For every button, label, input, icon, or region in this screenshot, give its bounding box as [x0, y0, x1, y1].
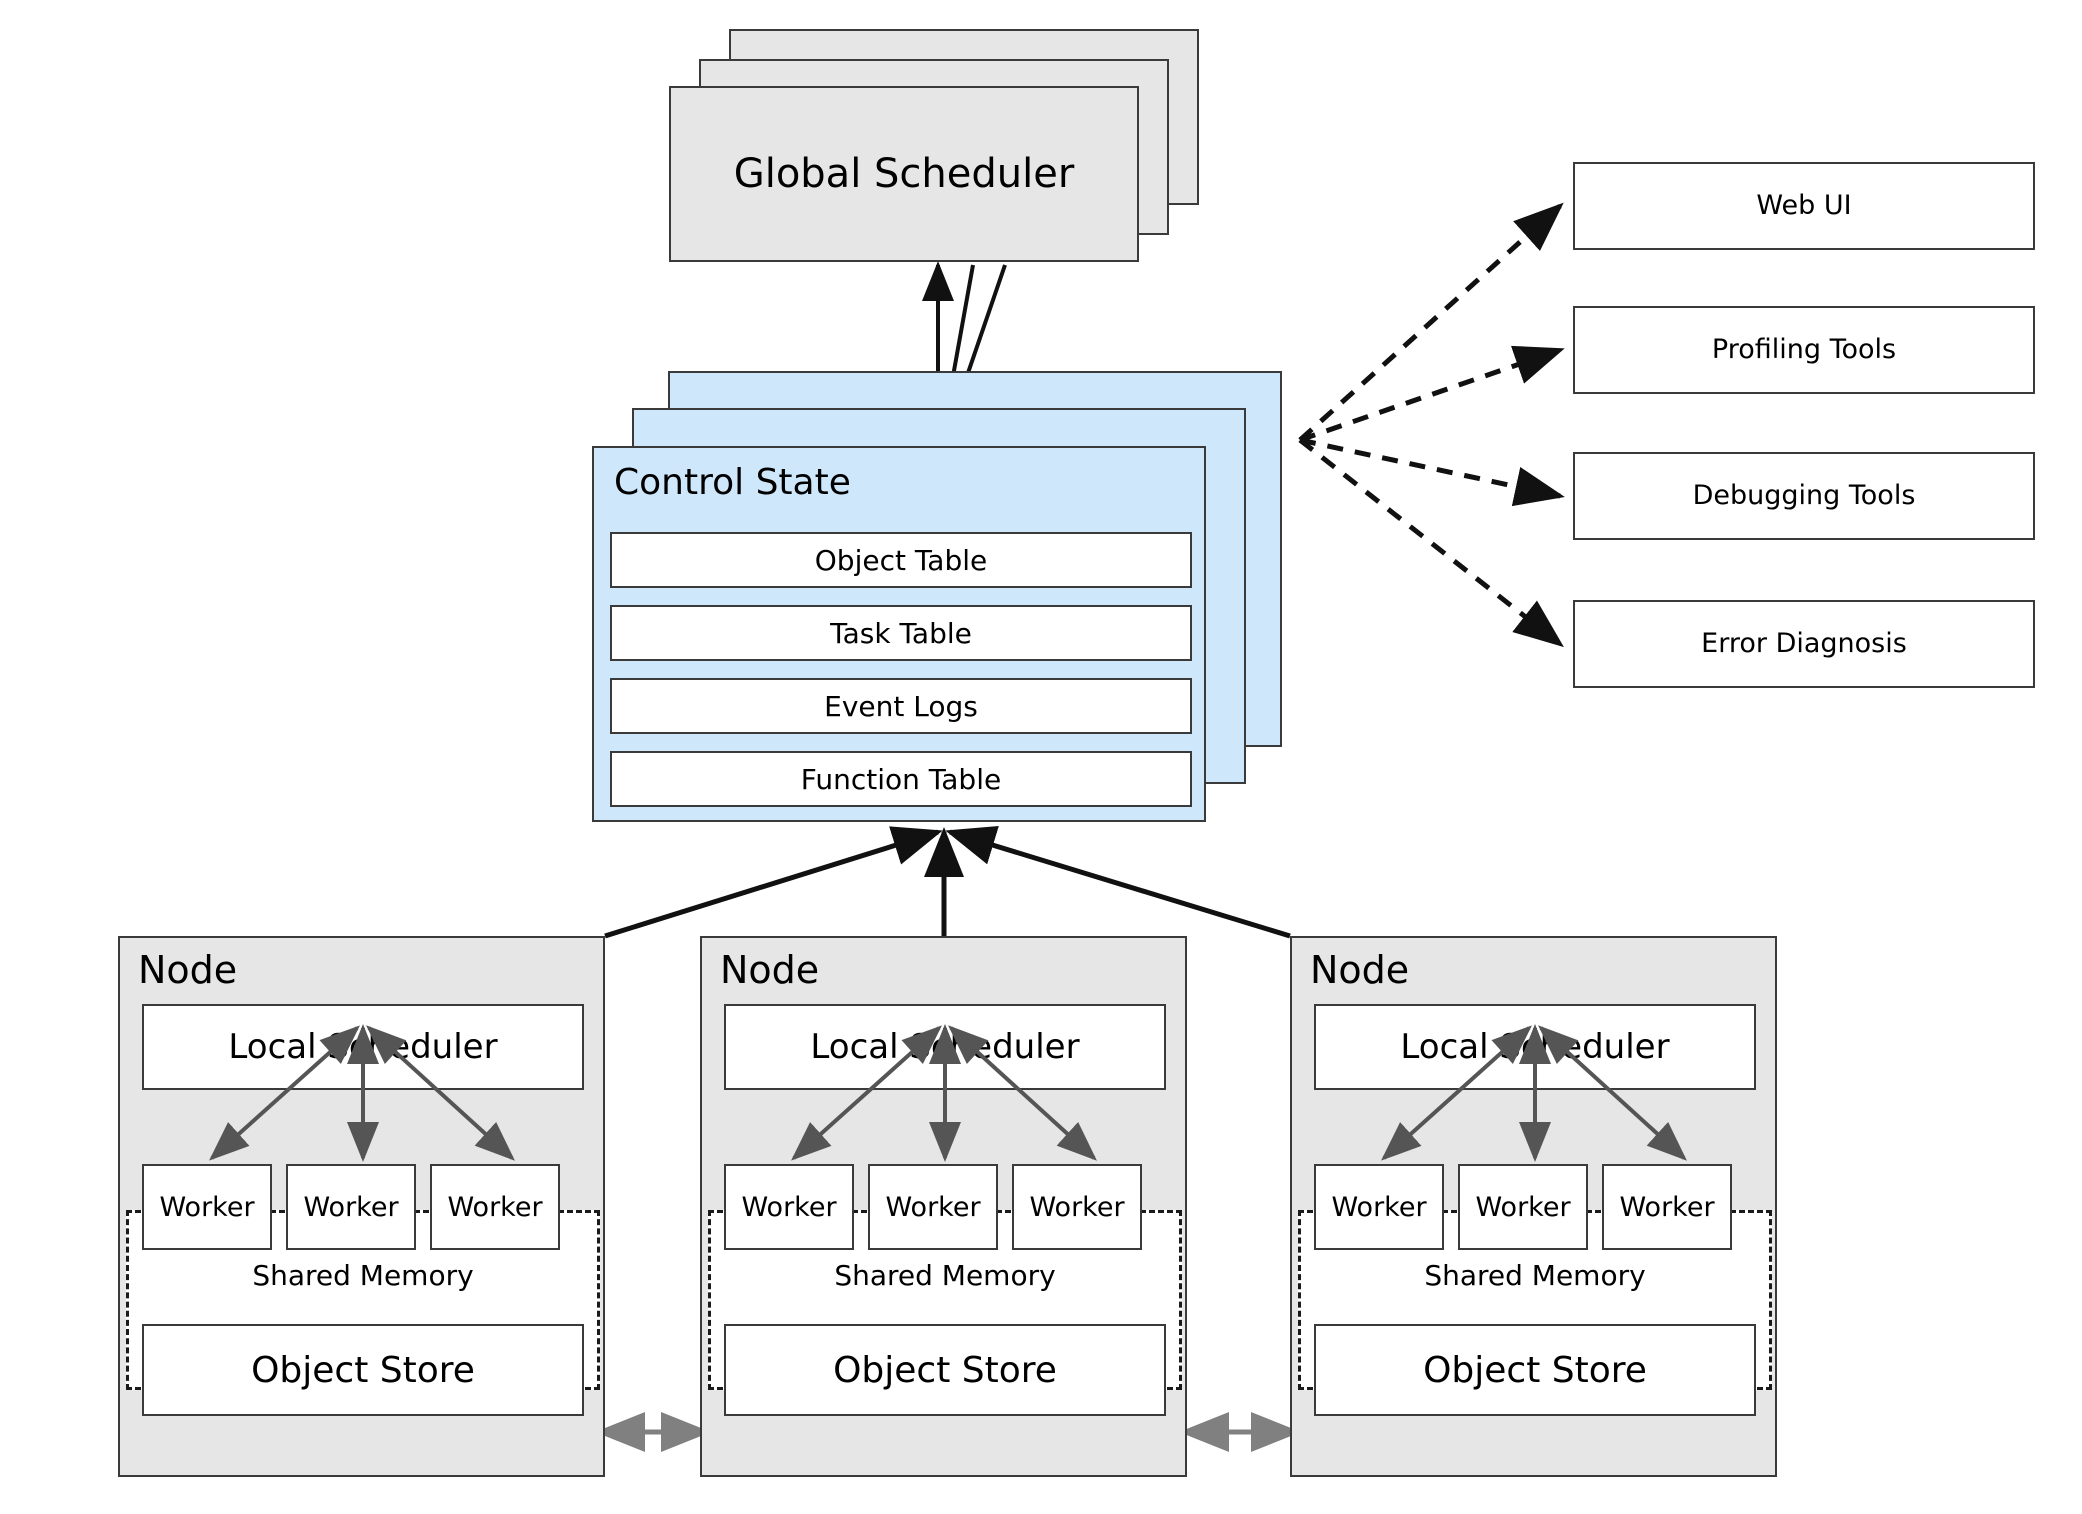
node-container[interactable]: Node Local Scheduler Shared Memory Worke…	[700, 936, 1187, 1477]
control-state-title: Control State	[614, 462, 851, 503]
object-store-box[interactable]: Object Store	[724, 1324, 1166, 1416]
node-container[interactable]: Node Local Scheduler Shared Memory Worke…	[118, 936, 605, 1477]
worker-box[interactable]: Worker	[868, 1164, 998, 1250]
edge-control-state-tools	[1298, 202, 1565, 648]
control-state-card[interactable]: Control State Object Table Task Table Ev…	[592, 446, 1206, 822]
shared-memory-label: Shared Memory	[1424, 1259, 1646, 1292]
tool-box-error-diagnosis[interactable]: Error Diagnosis	[1573, 600, 2035, 688]
worker-box[interactable]: Worker	[724, 1164, 854, 1250]
worker-box[interactable]: Worker	[1458, 1164, 1588, 1250]
control-state-row-object-table[interactable]: Object Table	[610, 532, 1192, 588]
diagram-canvas: Global Scheduler Control State Object Ta…	[0, 0, 2082, 1514]
worker-box[interactable]: Worker	[1314, 1164, 1444, 1250]
control-state-row-function-table[interactable]: Function Table	[610, 751, 1192, 807]
node-container[interactable]: Node Local Scheduler Shared Memory Worke…	[1290, 936, 1777, 1477]
global-scheduler-card[interactable]: Global Scheduler	[669, 86, 1139, 262]
control-state-row-event-logs[interactable]: Event Logs	[610, 678, 1192, 734]
node-label: Node	[138, 948, 238, 992]
object-store-box[interactable]: Object Store	[142, 1324, 584, 1416]
shared-memory-label: Shared Memory	[252, 1259, 474, 1292]
object-store-box[interactable]: Object Store	[1314, 1324, 1756, 1416]
control-state-stack[interactable]: Control State Object Table Task Table Ev…	[592, 371, 1282, 831]
tool-box-profiling-tools[interactable]: Profiling Tools	[1573, 306, 2035, 394]
edge-nodes-control-state	[604, 826, 1291, 939]
worker-box[interactable]: Worker	[142, 1164, 272, 1250]
shared-memory-label: Shared Memory	[834, 1259, 1056, 1292]
worker-box[interactable]: Worker	[286, 1164, 416, 1250]
tool-box-web-ui[interactable]: Web UI	[1573, 162, 2035, 250]
node-label: Node	[1310, 948, 1410, 992]
local-scheduler-box[interactable]: Local Scheduler	[724, 1004, 1166, 1090]
local-scheduler-box[interactable]: Local Scheduler	[142, 1004, 584, 1090]
control-state-row-task-table[interactable]: Task Table	[610, 605, 1192, 661]
node-label: Node	[720, 948, 820, 992]
local-scheduler-box[interactable]: Local Scheduler	[1314, 1004, 1756, 1090]
global-scheduler-stack[interactable]: Global Scheduler	[669, 29, 1199, 269]
worker-box[interactable]: Worker	[430, 1164, 560, 1250]
tool-box-debugging-tools[interactable]: Debugging Tools	[1573, 452, 2035, 540]
global-scheduler-label: Global Scheduler	[733, 151, 1075, 197]
worker-box[interactable]: Worker	[1012, 1164, 1142, 1250]
worker-box[interactable]: Worker	[1602, 1164, 1732, 1250]
